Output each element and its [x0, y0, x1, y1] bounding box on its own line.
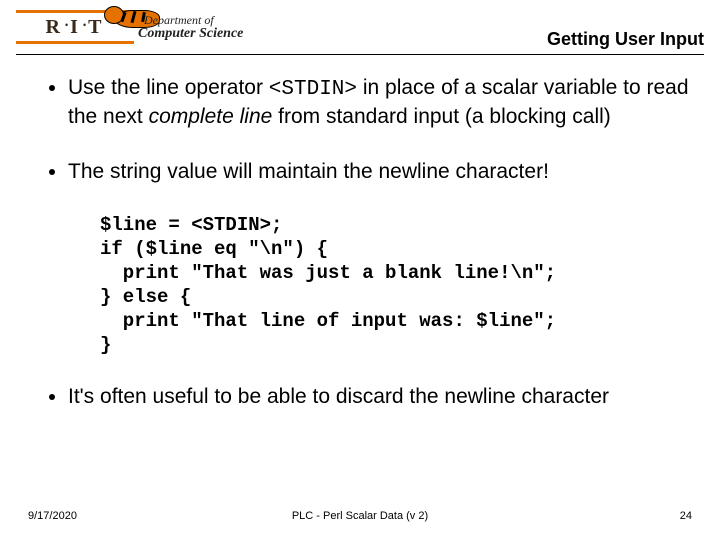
- logo-stripe-bottom: [16, 41, 134, 44]
- code-block: $line = <STDIN>; if ($line eq "\n") { pr…: [100, 213, 690, 357]
- header: R•I•T Department of Computer Science Get…: [16, 0, 704, 55]
- department-label: Department of Computer Science: [144, 14, 249, 40]
- footer-title: PLC - Perl Scalar Data (v 2): [0, 510, 720, 522]
- page-title: Getting User Input: [547, 29, 704, 50]
- b1-pre: Use the line operator: [68, 76, 269, 99]
- b1-code: <STDIN>: [269, 78, 357, 101]
- slide: R•I•T Department of Computer Science Get…: [0, 0, 720, 540]
- bullet-list: Use the line operator <STDIN> in place o…: [40, 74, 690, 185]
- footer-page-number: 24: [680, 510, 692, 522]
- b1-post: from standard input (a blocking call): [272, 105, 611, 128]
- content: Use the line operator <STDIN> in place o…: [40, 74, 690, 438]
- footer: 9/17/2020 PLC - Perl Scalar Data (v 2) 2…: [0, 510, 720, 528]
- logo-block: R•I•T Department of Computer Science: [16, 4, 276, 48]
- bullet-2: The string value will maintain the newli…: [68, 158, 690, 185]
- bullet-list-2: It's often useful to be able to discard …: [40, 383, 690, 410]
- bullet-1: Use the line operator <STDIN> in place o…: [68, 74, 690, 130]
- b1-ital: complete line: [149, 105, 273, 128]
- dept-line-2: Computer Science: [138, 27, 243, 40]
- bullet-3: It's often useful to be able to discard …: [68, 383, 690, 410]
